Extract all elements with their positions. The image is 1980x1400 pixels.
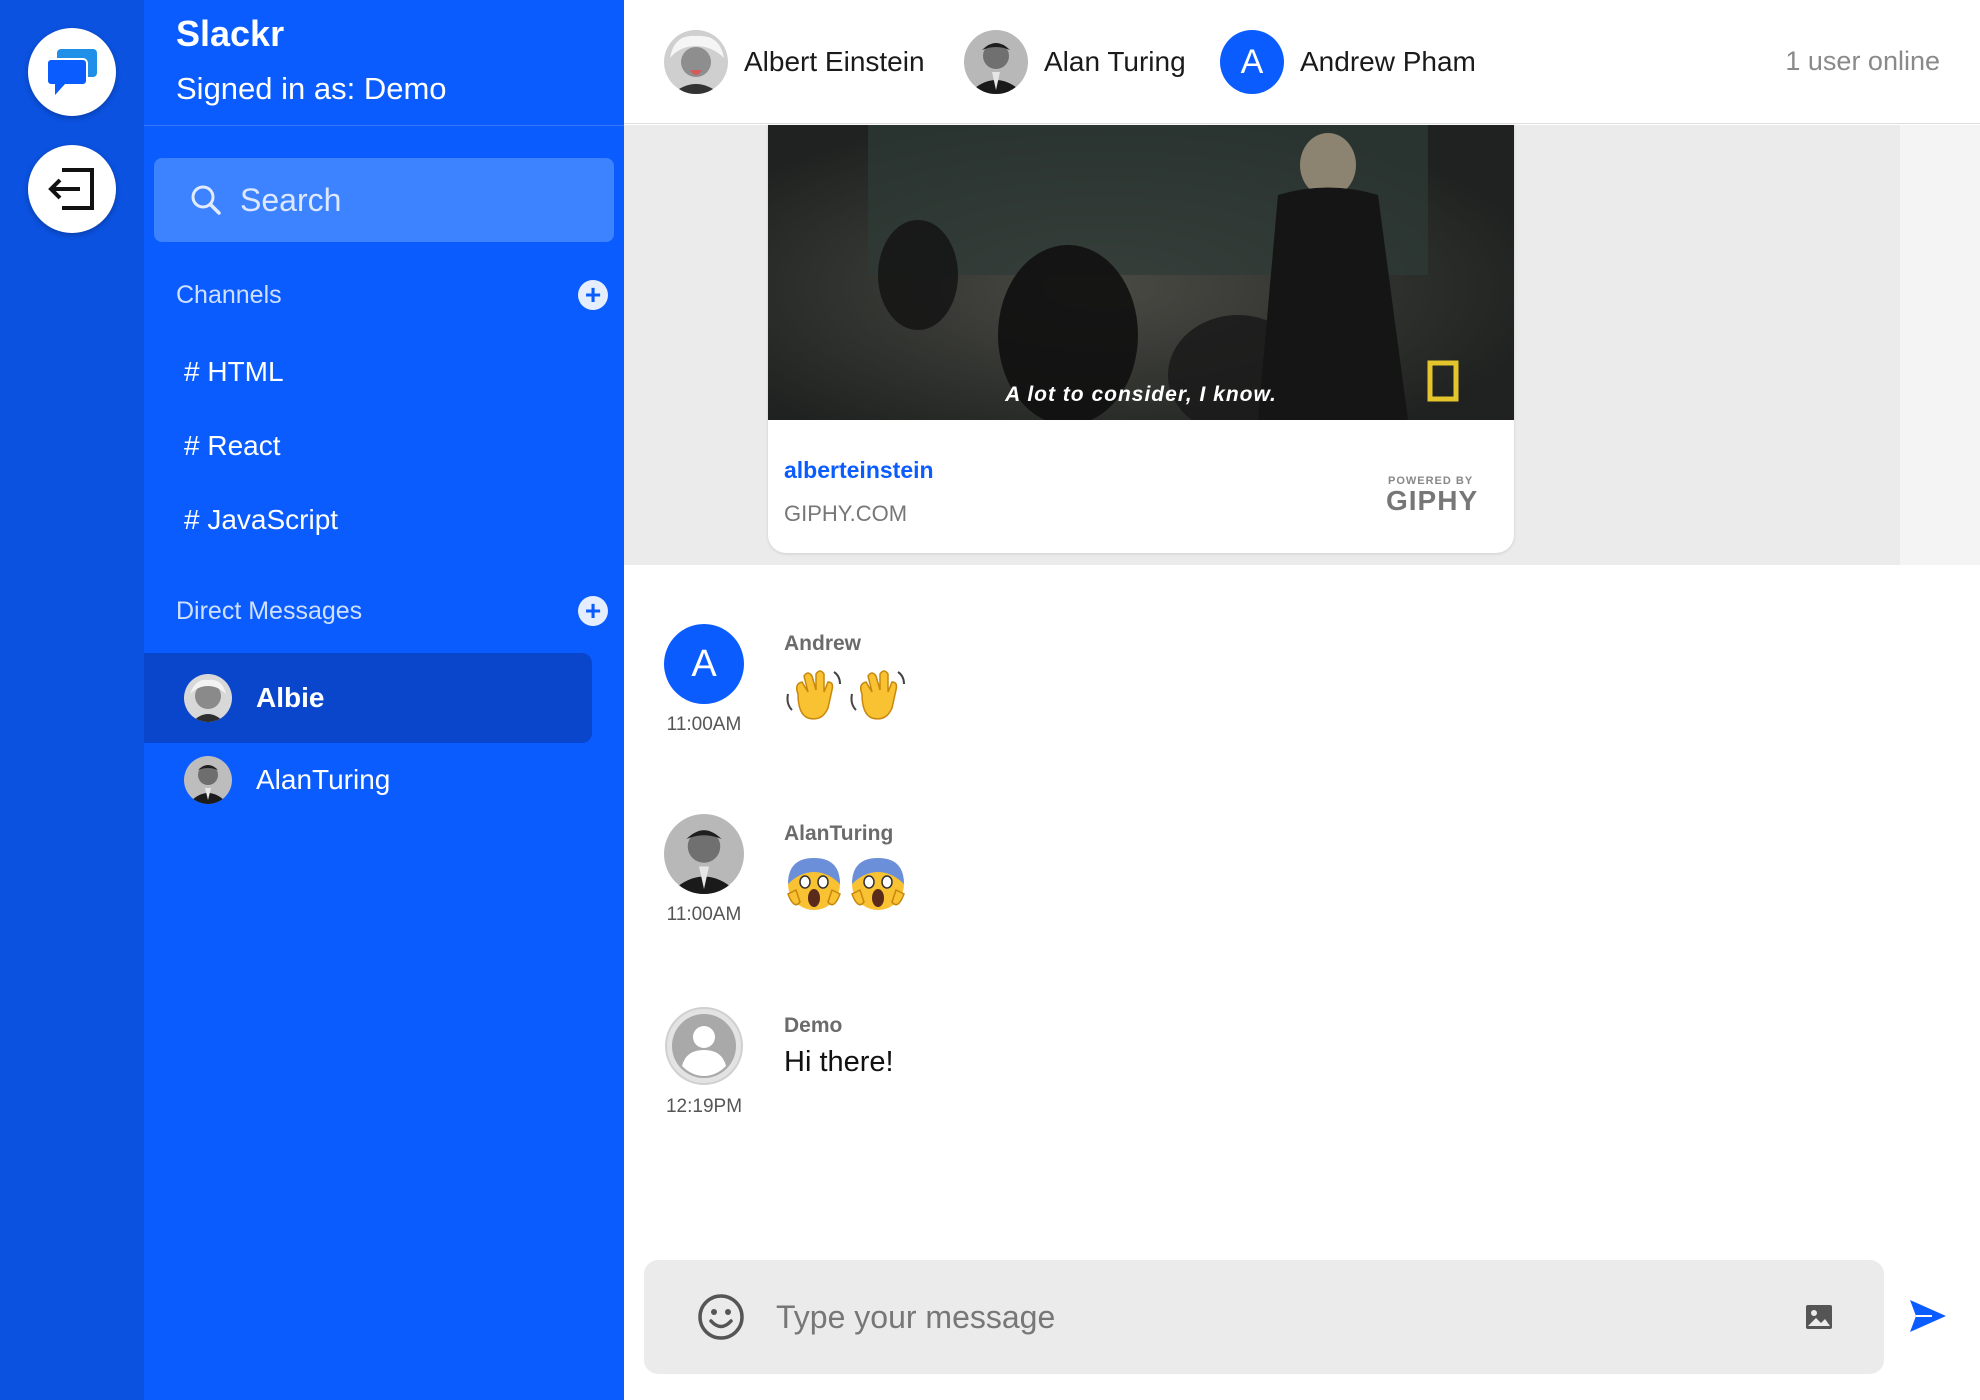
- main-panel: Albert Einstein Alan Turing A Andrew Pha…: [624, 0, 1980, 1400]
- message-body: [784, 664, 912, 724]
- add-direct-message-icon[interactable]: +: [578, 596, 608, 626]
- member-andrew-pham[interactable]: A Andrew Pham: [1220, 30, 1476, 94]
- signed-in-label: Signed in as: Demo: [176, 71, 447, 106]
- gif-embed-card[interactable]: A lot to consider, I know. alberteinstei…: [768, 125, 1514, 553]
- member-name: Alan Turing: [1044, 46, 1186, 77]
- waving-hands-emoji: [850, 670, 905, 720]
- channel-item-javascript[interactable]: # JavaScript: [184, 504, 338, 536]
- logout-icon: [48, 168, 94, 210]
- avatar: [664, 814, 744, 894]
- avatar: A: [664, 624, 744, 704]
- message-body: Hi there!: [784, 1046, 894, 1078]
- sidebar: Slackr Signed in as: Demo Search Channel…: [144, 0, 624, 1400]
- message-body: [784, 854, 912, 914]
- direct-messages-title: Direct Messages: [176, 596, 363, 625]
- app-name: Slackr: [176, 13, 285, 54]
- send-icon[interactable]: [1908, 1296, 1948, 1336]
- message-item: 11:00AM AlanTuring: [662, 814, 1922, 934]
- message-item: A 11:00AM Andrew: [662, 624, 1922, 744]
- add-channel-icon[interactable]: +: [578, 280, 608, 310]
- app-rail: [0, 0, 144, 1400]
- emoji-picker-icon[interactable]: [696, 1292, 746, 1342]
- search-label: Search: [240, 181, 342, 218]
- channel-item-react[interactable]: # React: [184, 430, 281, 462]
- gif-message: A lot to consider, I know. alberteinstei…: [624, 125, 1980, 565]
- avatar: [184, 674, 232, 722]
- message-input[interactable]: [776, 1298, 1756, 1336]
- member-name: Albert Einstein: [744, 46, 925, 77]
- channels-title: Channels: [176, 280, 282, 309]
- avatar: [184, 756, 232, 804]
- message-author: Demo: [784, 1014, 843, 1037]
- channel-item-html[interactable]: # HTML: [184, 356, 284, 388]
- chat-button[interactable]: [28, 28, 116, 116]
- direct-messages-header: Direct Messages +: [176, 596, 608, 626]
- message-time: 11:00AM: [666, 714, 742, 735]
- screaming-face-emoji: [851, 858, 905, 910]
- search-box[interactable]: Search: [154, 158, 614, 242]
- avatar: [664, 1006, 744, 1086]
- message-author: AlanTuring: [784, 822, 894, 845]
- message-time: 11:00AM: [666, 904, 742, 925]
- message-item: 12:19PM Demo Hi there!: [662, 1006, 1922, 1126]
- waving-hands-emoji: [786, 670, 841, 720]
- avatar: A: [1220, 30, 1284, 94]
- gif-band-edge: [1900, 125, 1980, 565]
- message-time: 12:19PM: [665, 1096, 743, 1117]
- gif-caption: A lot to consider, I know.: [1005, 383, 1277, 406]
- message-composer: [644, 1260, 1884, 1374]
- member-albert-einstein[interactable]: Albert Einstein: [664, 30, 925, 94]
- online-status: 1 user online: [1785, 46, 1940, 76]
- channel-members-bar: Albert Einstein Alan Turing A Andrew Pha…: [624, 0, 1980, 124]
- gif-image[interactable]: [768, 125, 1514, 420]
- chat-bubbles-icon: [46, 49, 97, 95]
- avatar: [964, 30, 1028, 94]
- image-upload-icon[interactable]: [1804, 1302, 1834, 1332]
- channels-header: Channels +: [176, 280, 608, 310]
- dm-name: AlanTuring: [256, 764, 391, 795]
- dm-item-alanturing[interactable]: AlanTuring: [144, 735, 592, 825]
- gif-domain: GIPHY.COM: [784, 501, 908, 526]
- member-alan-turing[interactable]: Alan Turing: [964, 30, 1186, 94]
- member-name: Andrew Pham: [1300, 46, 1476, 77]
- dm-item-albie[interactable]: Albie: [144, 653, 592, 743]
- logout-button[interactable]: [28, 145, 116, 233]
- screaming-face-emoji: [787, 858, 841, 910]
- workspace-header: Slackr Signed in as: Demo: [144, 0, 624, 126]
- giphy-logo: GIPHY: [1386, 485, 1479, 516]
- avatar: [664, 30, 728, 94]
- gif-title-link[interactable]: alberteinstein: [784, 457, 934, 484]
- search-icon: [191, 185, 221, 215]
- message-author: Andrew: [784, 632, 862, 655]
- dm-name: Albie: [256, 682, 325, 713]
